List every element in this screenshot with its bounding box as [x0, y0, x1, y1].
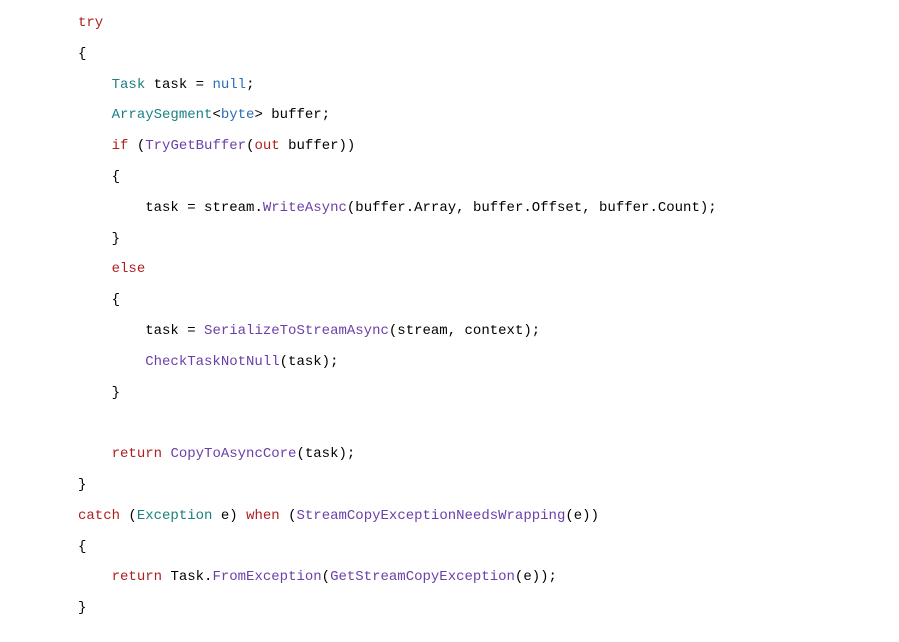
method-fromexception: FromException	[212, 569, 321, 585]
code-line: task = stream.WriteAsync(buffer.Array, b…	[78, 193, 899, 224]
code-line	[78, 408, 899, 439]
keyword-if: if	[112, 138, 129, 154]
keyword-else: else	[112, 261, 146, 277]
keyword-null: null	[212, 77, 246, 93]
code-line: task = SerializeToStreamAsync(stream, co…	[78, 316, 899, 347]
keyword-when: when	[246, 508, 280, 524]
code-line: catch (Exception e) when (StreamCopyExce…	[78, 501, 899, 532]
method-streamcopyexceptionneedswrapping: StreamCopyExceptionNeedsWrapping	[297, 508, 566, 524]
code-line: return CopyToAsyncCore(task);	[78, 439, 899, 470]
code-line: ArraySegment<byte> buffer;	[78, 100, 899, 131]
method-checktasknotnull: CheckTaskNotNull	[145, 354, 279, 370]
type-byte: byte	[221, 107, 255, 123]
code-line: {	[78, 285, 899, 316]
method-trygetbuffer: TryGetBuffer	[145, 138, 246, 154]
code-line: else	[78, 254, 899, 285]
code-snippet: try { Task task = null; ArraySegment<byte…	[0, 8, 899, 624]
prop-array: Array	[414, 200, 456, 216]
var-task: task	[154, 77, 188, 93]
code-line: }	[78, 593, 899, 624]
code-line: CheckTaskNotNull(task);	[78, 347, 899, 378]
keyword-out: out	[254, 138, 279, 154]
method-serializetostreamasync: SerializeToStreamAsync	[204, 323, 389, 339]
code-line: Task task = null;	[78, 70, 899, 101]
var-context: context	[465, 323, 524, 339]
code-line: {	[78, 162, 899, 193]
var-stream: stream	[204, 200, 254, 216]
method-writeasync: WriteAsync	[263, 200, 347, 216]
code-line: }	[78, 378, 899, 409]
method-getstreamcopyexception: GetStreamCopyException	[330, 569, 515, 585]
code-line: }	[78, 224, 899, 255]
code-line: }	[78, 470, 899, 501]
code-line: if (TryGetBuffer(out buffer))	[78, 131, 899, 162]
prop-count: Count	[658, 200, 700, 216]
brace-open: {	[78, 46, 86, 62]
var-buffer: buffer	[271, 107, 321, 123]
code-line: {	[78, 39, 899, 70]
code-line: return Task.FromException(GetStreamCopyE…	[78, 562, 899, 593]
type-arraysegment: ArraySegment	[112, 107, 213, 123]
prop-offset: Offset	[532, 200, 582, 216]
type-task: Task	[112, 77, 146, 93]
code-line: {	[78, 532, 899, 563]
keyword-return: return	[112, 446, 162, 462]
method-copytoasynccore: CopyToAsyncCore	[170, 446, 296, 462]
keyword-try: try	[78, 15, 103, 31]
code-line: try	[78, 8, 899, 39]
type-exception: Exception	[137, 508, 213, 524]
keyword-catch: catch	[78, 508, 120, 524]
var-e: e	[221, 508, 229, 524]
